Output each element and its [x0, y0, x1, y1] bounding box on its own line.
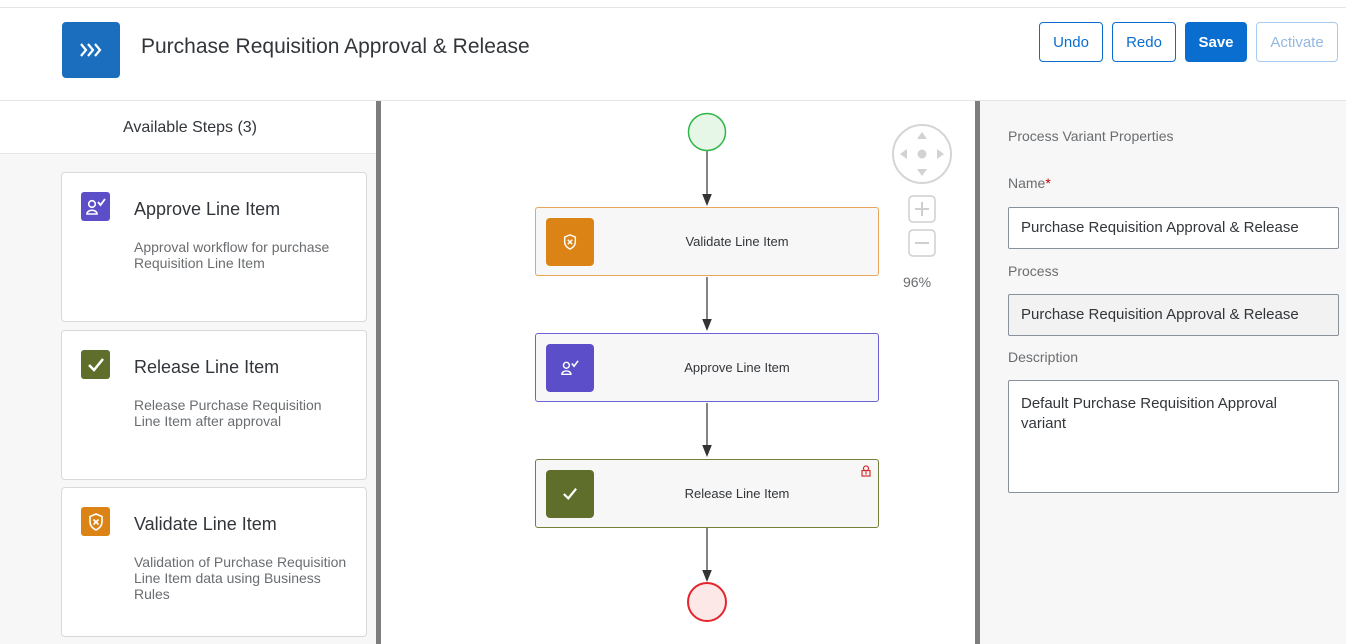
step-card-description: Release Purchase Requisition Line Item a…	[134, 397, 322, 429]
save-button[interactable]: Save	[1185, 22, 1247, 62]
available-steps-title: Available Steps (3)	[123, 119, 257, 136]
available-steps-panel: Available Steps (3) Approve Line Item Ap…	[0, 101, 376, 644]
name-field[interactable]: Purchase Requisition Approval & Release	[1008, 207, 1339, 249]
zoom-in-icon[interactable]	[908, 195, 936, 223]
lock-icon	[861, 465, 871, 477]
approver-icon	[546, 344, 594, 392]
step-card-description: Approval workflow for purchase Requisiti…	[134, 239, 330, 271]
flow-node-approve[interactable]: Approve Line Item	[535, 333, 879, 402]
process-label: Process	[1008, 263, 1059, 279]
properties-panel: Process Variant Properties Name* Purchas…	[980, 101, 1346, 644]
step-card-validate[interactable]: Validate Line Item Validation of Purchas…	[61, 487, 367, 637]
end-event[interactable]	[686, 581, 728, 623]
process-field: Purchase Requisition Approval & Release	[1008, 294, 1339, 336]
description-label: Description	[1008, 349, 1079, 365]
chevrons-icon	[80, 43, 102, 57]
approver-icon	[81, 192, 110, 221]
name-label-text: Name	[1008, 175, 1046, 191]
flow-node-validate[interactable]: Validate Line Item	[535, 207, 879, 276]
step-card-approve[interactable]: Approve Line Item Approval workflow for …	[61, 172, 367, 322]
start-event[interactable]	[687, 112, 727, 152]
step-card-release[interactable]: Release Line Item Release Purchase Requi…	[61, 330, 367, 480]
page-title: Purchase Requisition Approval & Release	[141, 35, 530, 58]
activate-button[interactable]: Activate	[1256, 22, 1338, 62]
required-marker: *	[1045, 175, 1051, 191]
flow-node-label: Release Line Item	[684, 486, 790, 501]
pan-control[interactable]	[891, 123, 953, 185]
available-steps-header: Available Steps (3)	[0, 101, 376, 154]
zoom-level: 96%	[903, 274, 932, 290]
flow-node-release[interactable]: Release Line Item	[535, 459, 879, 528]
step-card-title: Release Line Item	[134, 357, 280, 377]
checkmark-icon	[546, 470, 594, 518]
name-label: Name*	[1008, 175, 1051, 191]
undo-button[interactable]: Undo	[1039, 22, 1103, 62]
shield-icon	[81, 507, 110, 536]
flow-node-label: Validate Line Item	[685, 234, 789, 249]
top-border	[0, 0, 1346, 8]
flow-node-label: Approve Line Item	[684, 360, 790, 375]
pan-center-icon[interactable]	[917, 149, 927, 159]
redo-button[interactable]: Redo	[1112, 22, 1176, 62]
app-icon	[62, 22, 120, 78]
step-card-description: Validation of Purchase Requisition Line …	[134, 554, 347, 602]
description-field[interactable]: Default Purchase Requisition Approval va…	[1008, 380, 1339, 493]
process-canvas[interactable]: Validate Line Item Approve Line Item Rel…	[381, 101, 975, 644]
zoom-out-icon[interactable]	[908, 229, 936, 257]
step-card-title: Validate Line Item	[134, 514, 277, 534]
shield-icon	[546, 218, 594, 266]
step-card-title: Approve Line Item	[134, 199, 281, 219]
checkmark-icon	[81, 350, 110, 379]
properties-title: Process Variant Properties	[1008, 128, 1174, 144]
page-header: Purchase Requisition Approval & Release …	[0, 8, 1346, 101]
